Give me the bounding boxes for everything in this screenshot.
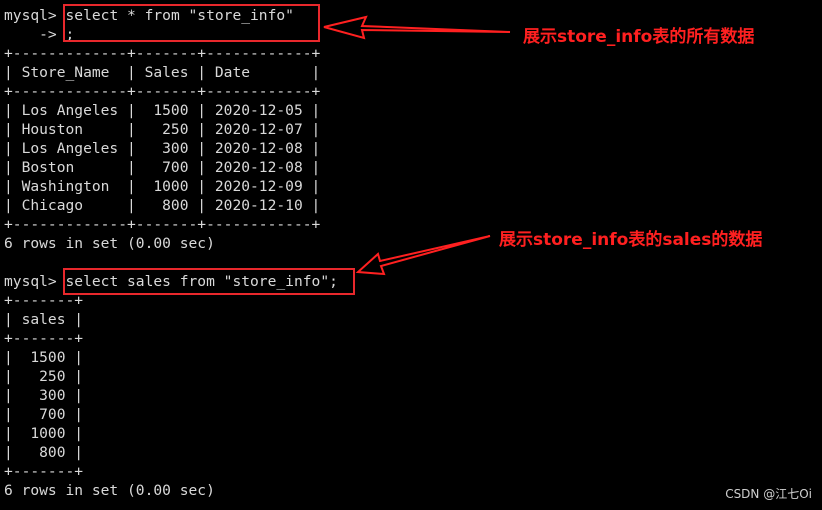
annotation-all-data: 展示store_info表的所有数据 (523, 27, 755, 47)
annotation-arrows (323, 15, 511, 276)
annotation-sales-data: 展示store_info表的sales的数据 (499, 230, 763, 250)
csdn-watermark: CSDN @江七Oi (725, 487, 812, 501)
arrow-1 (323, 15, 511, 40)
arrow-2 (355, 235, 491, 276)
